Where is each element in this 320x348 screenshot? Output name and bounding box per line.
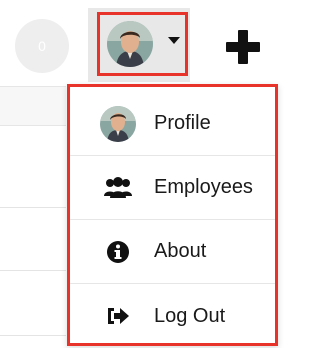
menu-item-label: Log Out (154, 304, 226, 327)
notification-badge[interactable]: 0 (15, 19, 69, 73)
user-dropdown-menu: Profile Employees About Log Out (67, 84, 278, 346)
menu-item-label: About (154, 240, 207, 262)
sign-out-icon (100, 298, 136, 334)
menu-item-label: Employees (154, 176, 253, 198)
avatar-icon (100, 105, 136, 142)
chevron-down-icon[interactable] (168, 37, 180, 44)
background-divider (0, 207, 66, 208)
users-icon (100, 170, 136, 206)
background-divider (0, 335, 66, 336)
menu-item-about[interactable]: About (70, 220, 275, 284)
notification-count: 0 (38, 38, 46, 54)
menu-item-logout[interactable]: Log Out (70, 284, 275, 348)
info-circle-icon (100, 234, 136, 270)
plus-icon[interactable] (226, 30, 260, 64)
background-divider (0, 270, 66, 271)
menu-item-profile[interactable]: Profile (70, 92, 275, 156)
menu-item-employees[interactable]: Employees (70, 156, 275, 220)
avatar-icon[interactable] (107, 21, 153, 67)
background-row (0, 86, 66, 126)
menu-item-label: Profile (154, 112, 211, 134)
top-bar: 0 (0, 0, 282, 82)
